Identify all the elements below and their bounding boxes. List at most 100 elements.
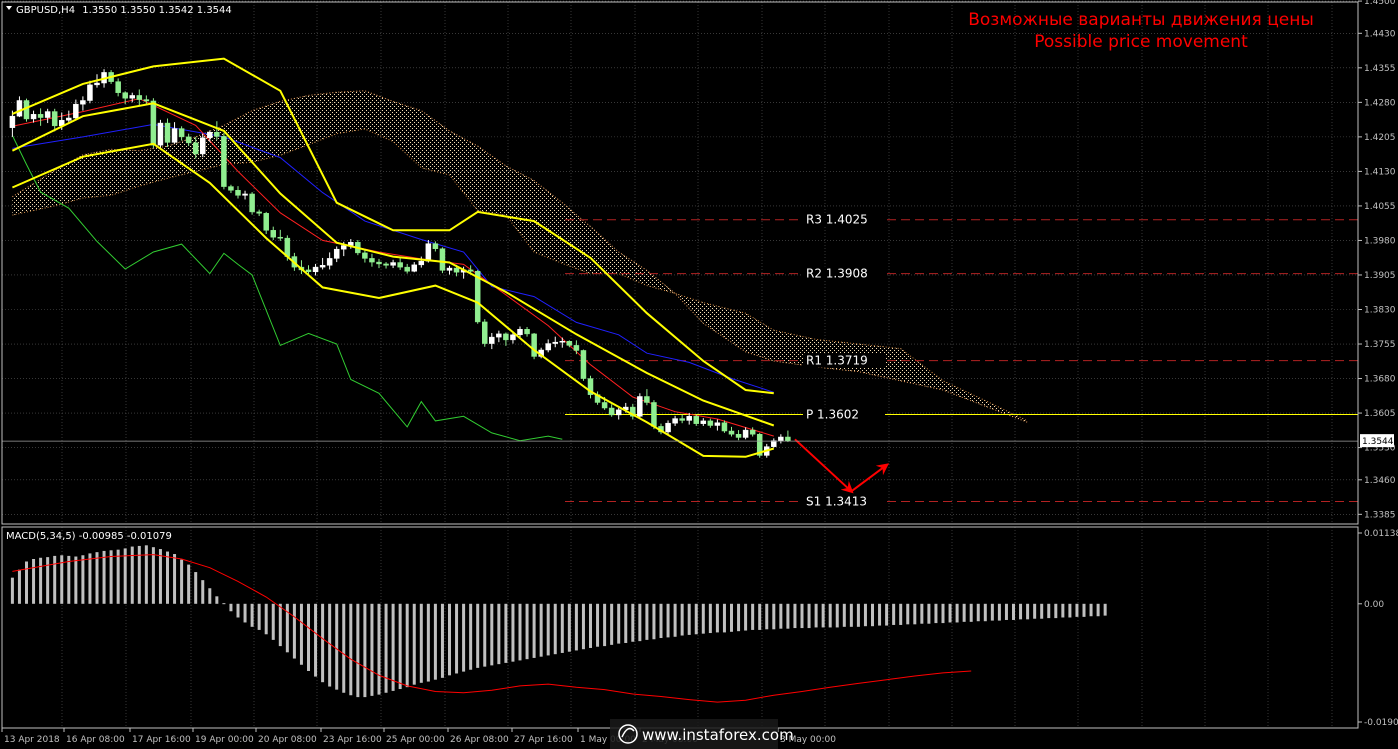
candle-body — [517, 329, 523, 336]
candle[interactable] — [326, 252, 333, 270]
candle[interactable] — [171, 122, 178, 144]
candle[interactable] — [383, 262, 389, 269]
candle[interactable] — [362, 249, 368, 263]
candle-body — [362, 252, 368, 259]
candle[interactable] — [277, 229, 284, 241]
candle[interactable] — [37, 108, 44, 126]
candle[interactable] — [242, 190, 248, 200]
candle[interactable] — [87, 80, 93, 104]
chart-menu-icon[interactable] — [6, 6, 12, 10]
candle[interactable] — [115, 78, 121, 97]
price-tick-label: 1.4355 — [1364, 64, 1396, 74]
candle[interactable] — [630, 403, 636, 420]
candle[interactable] — [263, 211, 269, 234]
macd-bar — [335, 603, 339, 690]
candle[interactable] — [312, 263, 319, 276]
candle[interactable] — [411, 262, 417, 273]
candle[interactable] — [397, 257, 403, 270]
candle-body — [404, 266, 410, 272]
candle[interactable] — [9, 110, 16, 137]
candle[interactable] — [221, 132, 227, 190]
candle[interactable] — [778, 434, 784, 444]
candle[interactable] — [157, 119, 164, 148]
candle[interactable] — [700, 418, 707, 426]
candle[interactable] — [80, 96, 86, 111]
candle-body — [735, 433, 742, 438]
macd-bar — [624, 603, 628, 643]
macd-bar — [377, 603, 381, 695]
candle[interactable] — [735, 430, 742, 441]
candle[interactable] — [439, 247, 446, 274]
candle[interactable] — [545, 339, 551, 353]
candle-body — [200, 137, 206, 155]
candle-body — [453, 267, 460, 273]
candle[interactable] — [531, 332, 537, 360]
candle[interactable] — [587, 375, 594, 399]
candle[interactable] — [404, 263, 410, 274]
candle[interactable] — [503, 332, 509, 346]
candle[interactable] — [679, 414, 685, 424]
candle[interactable] — [30, 110, 37, 123]
candle[interactable] — [333, 246, 340, 263]
candle[interactable] — [771, 438, 777, 448]
macd-pane[interactable] — [10, 545, 1107, 703]
candle[interactable] — [707, 418, 714, 428]
candle[interactable] — [446, 265, 453, 275]
candle[interactable] — [150, 98, 157, 148]
candle[interactable] — [319, 257, 326, 270]
candle[interactable] — [665, 420, 671, 435]
candle[interactable] — [136, 89, 143, 107]
candle[interactable] — [672, 415, 678, 426]
candle[interactable] — [235, 186, 241, 199]
candle[interactable] — [390, 259, 396, 269]
macd-bar — [426, 603, 430, 682]
macd-bar — [67, 555, 71, 604]
candle[interactable] — [573, 340, 580, 355]
candle[interactable] — [489, 332, 495, 350]
macd-bar — [405, 603, 409, 688]
price-tick-label: 1.4430 — [1364, 29, 1396, 39]
candle[interactable] — [249, 192, 255, 215]
macd-bar — [1040, 603, 1044, 619]
macd-bar — [151, 547, 155, 604]
candle[interactable] — [16, 96, 23, 118]
macd-bar — [236, 603, 240, 618]
time-tick-label: 13 Apr 2018 — [4, 735, 60, 745]
candle[interactable] — [785, 430, 791, 443]
candle[interactable] — [742, 427, 749, 440]
price-tick-label: 1.3830 — [1364, 305, 1396, 315]
macd-bar — [553, 603, 557, 655]
candle[interactable] — [615, 408, 622, 420]
candle[interactable] — [714, 419, 721, 431]
candle[interactable] — [608, 404, 615, 417]
candle[interactable] — [559, 337, 566, 348]
price-tick-label: 1.3980 — [1364, 236, 1396, 246]
candle[interactable] — [552, 336, 558, 348]
macd-bar — [983, 603, 987, 622]
candle-body — [552, 341, 558, 344]
candle[interactable] — [270, 226, 276, 240]
candle[interactable] — [23, 98, 30, 122]
candle[interactable] — [524, 326, 530, 337]
macd-bar — [321, 603, 325, 683]
candle[interactable] — [51, 108, 58, 132]
candle[interactable] — [728, 426, 735, 437]
candle[interactable] — [369, 253, 375, 267]
candle[interactable] — [580, 349, 587, 381]
candle[interactable] — [721, 420, 728, 433]
price-pane[interactable]: R3 1.4025 R2 1.3908 R1 1.3719 P 1.3602 S1 1.… — [1, 0, 1398, 745]
candle[interactable] — [228, 184, 234, 194]
candle[interactable] — [637, 393, 643, 420]
candle[interactable] — [178, 126, 185, 141]
candle-body — [80, 100, 86, 105]
price-tick-label: 1.3605 — [1364, 409, 1396, 419]
candle-body — [30, 114, 37, 120]
candle-body — [270, 230, 276, 238]
candle[interactable] — [44, 108, 51, 124]
candle[interactable] — [164, 118, 171, 147]
level-label-r3: R3 1.4025 — [806, 213, 868, 227]
candle[interactable] — [693, 414, 699, 426]
candle[interactable] — [256, 209, 262, 217]
candle[interactable] — [496, 330, 502, 343]
candle[interactable] — [482, 319, 488, 347]
